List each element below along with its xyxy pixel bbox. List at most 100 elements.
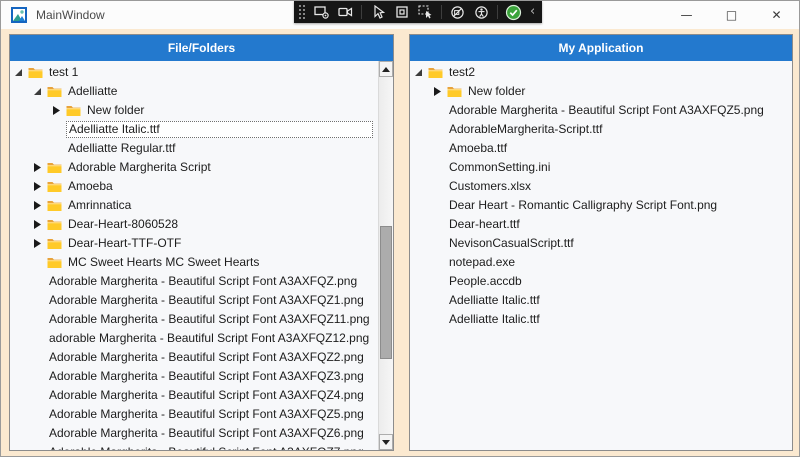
scroll-down-icon bbox=[382, 440, 390, 445]
folder-icon bbox=[47, 180, 62, 193]
tree-item[interactable]: Adorable Margherita - Beautiful Script F… bbox=[10, 405, 377, 424]
tree-item-label: Adelliatte Italic.ttf bbox=[66, 121, 373, 138]
tree-item-label: New folder bbox=[466, 84, 527, 99]
expand-arrow-icon[interactable] bbox=[33, 220, 47, 229]
tree-item[interactable]: Amoeba bbox=[10, 177, 377, 196]
tree-item[interactable]: Dear-Heart-TTF-OTF bbox=[10, 234, 377, 253]
tree-item[interactable]: New folder bbox=[410, 82, 792, 101]
tree-item[interactable]: Dear Heart - Romantic Calligraphy Script… bbox=[410, 196, 792, 215]
tree-item[interactable]: adorable Margherita - Beautiful Script F… bbox=[10, 329, 377, 348]
collapse-arrow-icon[interactable] bbox=[414, 68, 428, 77]
region-select-icon[interactable] bbox=[393, 4, 410, 20]
window-title: MainWindow bbox=[36, 8, 105, 22]
expand-arrow-icon[interactable] bbox=[52, 106, 66, 115]
tree-item[interactable]: People.accdb bbox=[410, 272, 792, 291]
display-settings-icon[interactable] bbox=[313, 4, 330, 20]
drag-grip-icon[interactable] bbox=[298, 4, 306, 20]
tree-item[interactable]: Amoeba.ttf bbox=[410, 139, 792, 158]
tree-item[interactable]: New folder bbox=[10, 101, 377, 120]
folder-icon bbox=[47, 218, 62, 231]
confirm-check-icon[interactable] bbox=[505, 4, 522, 20]
tree-item[interactable]: Customers.xlsx bbox=[410, 177, 792, 196]
panel-file-folders: File/Folders test 1AdelliatteNew folderA… bbox=[9, 34, 394, 451]
tree-item[interactable]: Adelliatte Regular.ttf bbox=[10, 139, 377, 158]
tree-item[interactable]: Adorable Margherita - Beautiful Script F… bbox=[10, 386, 377, 405]
collapse-arrow-icon[interactable] bbox=[33, 87, 47, 96]
minimize-button[interactable]: — bbox=[664, 1, 709, 29]
collapse-chevron-icon[interactable]: ‹ bbox=[529, 4, 536, 20]
tree-item[interactable]: Dear-heart.ttf bbox=[410, 215, 792, 234]
tree-item[interactable]: Adorable Margherita - Beautiful Script F… bbox=[10, 291, 377, 310]
tree-item[interactable]: Adorable Margherita - Beautiful Script F… bbox=[10, 272, 377, 291]
toolbar-separator bbox=[441, 5, 442, 19]
tree-item-label: Dear Heart - Romantic Calligraphy Script… bbox=[447, 198, 719, 213]
tree-item[interactable]: Adorable Margherita Script bbox=[10, 158, 377, 177]
folder-icon bbox=[47, 85, 62, 98]
toolbar-separator bbox=[361, 5, 362, 19]
expand-arrow-icon[interactable] bbox=[433, 87, 447, 96]
tree-item[interactable]: Adelliatte bbox=[10, 82, 377, 101]
tree-item-label: Adorable Margherita - Beautiful Script F… bbox=[47, 293, 366, 308]
tree-item-label: People.accdb bbox=[447, 274, 524, 289]
panel-header: My Application bbox=[410, 35, 792, 61]
video-camera-icon[interactable] bbox=[337, 4, 354, 20]
tree-item[interactable]: Dear-Heart-8060528 bbox=[10, 215, 377, 234]
expand-arrow-icon[interactable] bbox=[33, 182, 47, 191]
my-application-tree-body: test2 New folder Adorable Margherita - Bea… bbox=[410, 61, 792, 450]
tree-item[interactable]: Amrinnatica bbox=[10, 196, 377, 215]
cursor-icon[interactable] bbox=[369, 4, 386, 20]
tree-item[interactable]: test2 bbox=[410, 63, 792, 82]
tree-item[interactable]: Adelliatte Italic.ttf bbox=[10, 120, 377, 139]
tree-item[interactable]: Adorable Margherita - Beautiful Script F… bbox=[10, 443, 377, 450]
tree-item-label: Adorable Margherita - Beautiful Script F… bbox=[47, 388, 366, 403]
tree-item-label: Dear-Heart-TTF-OTF bbox=[66, 236, 183, 251]
tree-item[interactable]: NevisonCasualScript.ttf bbox=[410, 234, 792, 253]
tree-item-label: Dear-heart.ttf bbox=[447, 217, 522, 232]
tree-item-label: Amoeba.ttf bbox=[447, 141, 509, 156]
scroll-up-icon bbox=[382, 67, 390, 72]
expand-arrow-icon[interactable] bbox=[33, 163, 47, 172]
tree-item-label: Adelliatte Regular.ttf bbox=[66, 141, 177, 156]
tree-item[interactable]: Adorable Margherita - Beautiful Script F… bbox=[10, 424, 377, 443]
tree-item-label: Adelliatte Italic.ttf bbox=[447, 312, 542, 327]
file-folders-tree-body: test 1AdelliatteNew folderAdelliatte Ita… bbox=[10, 61, 393, 450]
maximize-button[interactable]: □ bbox=[709, 1, 754, 29]
vertical-scrollbar[interactable] bbox=[378, 61, 393, 450]
expand-arrow-icon[interactable] bbox=[33, 239, 47, 248]
tree-item[interactable]: notepad.exe bbox=[410, 253, 792, 272]
tree-item-label: test2 bbox=[447, 65, 477, 80]
folder-icon bbox=[428, 66, 443, 79]
expand-arrow-icon[interactable] bbox=[33, 201, 47, 210]
tree-item-label: Adorable Margherita Script bbox=[66, 160, 213, 175]
webcam-off-icon[interactable] bbox=[449, 4, 466, 20]
tree-item-label: Amrinnatica bbox=[66, 198, 133, 213]
collapse-arrow-icon[interactable] bbox=[14, 68, 28, 77]
tree-item-label: Adorable Margherita - Beautiful Script F… bbox=[47, 312, 372, 327]
tree-item[interactable]: Adorable Margherita - Beautiful Script F… bbox=[10, 367, 377, 386]
tree-item-label: Adelliatte Italic.ttf bbox=[447, 293, 542, 308]
tree-item[interactable]: test 1 bbox=[10, 63, 377, 82]
tree-item[interactable]: CommonSetting.ini bbox=[410, 158, 792, 177]
tree-item-label: Adorable Margherita - Beautiful Script F… bbox=[47, 369, 366, 384]
tree-item-label: Amoeba bbox=[66, 179, 115, 194]
tree-item[interactable]: Adorable Margherita - Beautiful Script F… bbox=[10, 310, 377, 329]
accessibility-icon[interactable] bbox=[473, 4, 490, 20]
scroll-up-button[interactable] bbox=[379, 61, 393, 77]
tree-item-label: Adorable Margherita - Beautiful Script F… bbox=[47, 445, 366, 450]
cursor-select-path-icon[interactable] bbox=[417, 4, 434, 20]
scroll-down-button[interactable] bbox=[379, 434, 393, 450]
tree-item-label: NevisonCasualScript.ttf bbox=[447, 236, 576, 251]
tree-item[interactable]: Adorable Margherita - Beautiful Script F… bbox=[410, 101, 792, 120]
tree-item-label: Adorable Margherita - Beautiful Script F… bbox=[47, 274, 359, 289]
tree-item[interactable]: Adorable Margherita - Beautiful Script F… bbox=[10, 348, 377, 367]
app-icon bbox=[11, 7, 27, 23]
panel-header: File/Folders bbox=[10, 35, 393, 61]
tree-item[interactable]: MC Sweet Hearts MC Sweet Hearts bbox=[10, 253, 377, 272]
tree-item-label: MC Sweet Hearts MC Sweet Hearts bbox=[66, 255, 261, 270]
tree-item[interactable]: Adelliatte Italic.ttf bbox=[410, 291, 792, 310]
tree-item-label: AdorableMargherita-Script.ttf bbox=[447, 122, 604, 137]
close-button[interactable]: ✕ bbox=[754, 1, 799, 29]
tree-item[interactable]: AdorableMargherita-Script.ttf bbox=[410, 120, 792, 139]
scrollbar-thumb[interactable] bbox=[380, 226, 392, 359]
tree-item[interactable]: Adelliatte Italic.ttf bbox=[410, 310, 792, 329]
